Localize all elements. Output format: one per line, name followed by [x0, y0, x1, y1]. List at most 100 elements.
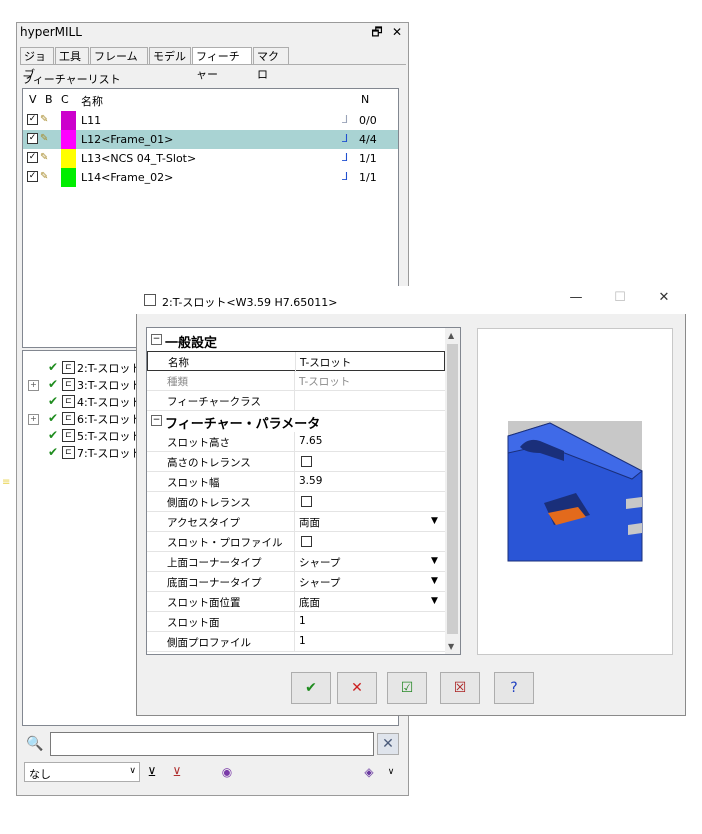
property-value[interactable]: 1	[299, 635, 306, 647]
property-checkbox[interactable]	[301, 456, 312, 467]
clear-search-button[interactable]: ✕	[377, 733, 399, 755]
layer-icon[interactable]: ◈	[360, 763, 378, 781]
model-icon[interactable]: ◉	[218, 763, 236, 781]
col-header-n[interactable]: N	[361, 93, 369, 106]
feature-row[interactable]: ✓ ✎ L12<Frame_01> ⅃ 4/4	[23, 130, 398, 149]
property-row[interactable]: 上面コーナータイプ シャープ ▼	[147, 552, 445, 572]
edit-icon[interactable]: ✎	[40, 171, 53, 183]
filter-off-icon[interactable]: ⊻	[168, 763, 186, 781]
tab-tools[interactable]: 工具	[55, 47, 89, 65]
collapse-icon[interactable]: −	[151, 415, 162, 426]
column-divider	[294, 632, 295, 652]
property-row[interactable]: 側面のトレランス	[147, 492, 445, 512]
property-row[interactable]: フィーチャークラス	[147, 391, 445, 411]
edit-icon[interactable]: ✎	[40, 133, 53, 145]
property-row[interactable]: 底面コーナータイプ シャープ ▼	[147, 572, 445, 592]
col-header-b[interactable]: B	[45, 93, 53, 106]
collapse-icon[interactable]: −	[151, 334, 162, 345]
visible-checkbox[interactable]: ✓	[27, 152, 38, 163]
property-row[interactable]: スロット面 1	[147, 612, 445, 632]
property-row[interactable]: 名称 T-スロット	[147, 351, 445, 372]
expand-icon[interactable]: +	[28, 380, 39, 391]
feature-row[interactable]: ✓ ✎ L13<NCS 04_T-Slot> ⅃ 1/1	[23, 149, 398, 168]
frame-axis-icon[interactable]: ⅃	[342, 132, 348, 145]
col-header-name[interactable]: 名称	[81, 93, 103, 109]
visible-checkbox[interactable]: ✓	[27, 114, 38, 125]
dropdown-arrow-icon[interactable]: ▼	[431, 576, 438, 586]
edit-icon[interactable]: ✎	[40, 152, 53, 164]
tab-job[interactable]: ジョブ	[20, 47, 54, 81]
layer-dropdown-chevron-icon[interactable]: ∨	[382, 763, 400, 781]
dropdown-arrow-icon[interactable]: ▼	[431, 556, 438, 566]
property-value[interactable]: 3.59	[299, 475, 322, 487]
col-header-c[interactable]: C	[61, 93, 69, 106]
property-checkbox[interactable]	[301, 496, 312, 507]
property-row[interactable]: スロット高さ 7.65	[147, 432, 445, 452]
feature-row[interactable]: ✓ ✎ L11 ⅃ 0/0	[23, 111, 398, 130]
tree-item[interactable]: ✔ ⊏ 7:T-スロット<	[23, 444, 151, 461]
color-swatch[interactable]	[61, 168, 76, 187]
filter-icon[interactable]: ⊻	[143, 763, 161, 781]
property-section[interactable]: − 一般設定	[147, 330, 445, 351]
help-button[interactable]: ?	[494, 672, 534, 704]
cancel-button[interactable]: ✕	[337, 672, 377, 704]
color-swatch[interactable]	[61, 130, 76, 149]
frame-axis-icon[interactable]: ⅃	[342, 113, 348, 126]
col-header-v[interactable]: V	[29, 93, 37, 106]
property-checkbox[interactable]	[301, 536, 312, 547]
property-row[interactable]: アクセスタイプ 両面 ▼	[147, 512, 445, 532]
property-value[interactable]: シャープ	[299, 575, 340, 590]
tslot-preview-graphic	[507, 421, 643, 562]
search-input[interactable]	[50, 732, 374, 756]
close-icon[interactable]: ✕	[389, 24, 405, 40]
discard-button[interactable]: ☒	[440, 672, 480, 704]
color-swatch[interactable]	[61, 111, 76, 130]
restore-icon[interactable]: 🗗	[369, 24, 385, 40]
color-swatch[interactable]	[61, 149, 76, 168]
property-value[interactable]: 7.65	[299, 435, 322, 447]
tab-feature[interactable]: フィーチャー	[192, 47, 252, 81]
property-value[interactable]: 底面	[299, 595, 320, 610]
property-row[interactable]: スロット・プロファイル	[147, 532, 445, 552]
tree-item[interactable]: + ✔ ⊏ 6:T-スロット<	[23, 410, 151, 427]
property-row[interactable]: 種類 T-スロット	[147, 371, 445, 391]
property-row[interactable]: スロット幅 3.59	[147, 472, 445, 492]
property-value[interactable]: T-スロット	[300, 355, 351, 370]
tab-frame[interactable]: フレーム	[90, 47, 148, 65]
frame-axis-icon[interactable]: ⅃	[342, 151, 348, 164]
property-section[interactable]: − フィーチャー・パラメータ	[147, 411, 445, 432]
search-icon[interactable]: 🔍	[26, 736, 43, 752]
property-value[interactable]: T-スロット	[299, 374, 350, 389]
tab-model[interactable]: モデル	[149, 47, 191, 65]
tree-item[interactable]: ✔ ⊏ 5:T-スロット<	[23, 427, 151, 444]
apply-button[interactable]: ☑	[387, 672, 427, 704]
tree-item[interactable]: + ✔ ⊏ 3:T-スロット<	[23, 376, 151, 393]
tree-item[interactable]: ✔ ⊏ 4:T-スロット<	[23, 393, 151, 410]
frame-axis-icon[interactable]: ⅃	[342, 170, 348, 183]
property-grid[interactable]: − 一般設定 名称 T-スロット 種類 T-スロット フィーチャークラス − フィーチャー・パラ…	[146, 327, 461, 655]
edit-icon[interactable]: ✎	[40, 114, 53, 126]
scroll-up-icon[interactable]: ▲	[448, 331, 454, 340]
tree-item[interactable]: ✔ ⊏ 2:T-スロット<	[23, 359, 151, 376]
property-value[interactable]: 両面	[299, 515, 320, 530]
visible-checkbox[interactable]: ✓	[27, 133, 38, 144]
filter-select[interactable]: なし ∨	[24, 762, 140, 782]
expand-icon[interactable]: +	[28, 414, 39, 425]
filter-select-value: なし	[29, 768, 51, 781]
property-value[interactable]: 1	[299, 615, 306, 627]
tab-macro[interactable]: マクロ	[253, 47, 289, 81]
dropdown-arrow-icon[interactable]: ▼	[431, 516, 438, 526]
minimize-icon[interactable]: —	[566, 290, 586, 305]
property-row[interactable]: スロット面位置 底面 ▼	[147, 592, 445, 612]
property-value[interactable]: シャープ	[299, 555, 340, 570]
dialog-close-icon[interactable]: ✕	[654, 290, 674, 305]
check-icon: ✔	[48, 360, 59, 374]
property-row[interactable]: 高さのトレランス	[147, 452, 445, 472]
scroll-thumb[interactable]	[447, 344, 458, 634]
dropdown-arrow-icon[interactable]: ▼	[431, 596, 438, 606]
feature-row[interactable]: ✓ ✎ L14<Frame_02> ⅃ 1/1	[23, 168, 398, 187]
scroll-down-icon[interactable]: ▼	[448, 642, 454, 651]
property-row[interactable]: 側面プロファイル 1	[147, 632, 445, 652]
visible-checkbox[interactable]: ✓	[27, 171, 38, 182]
ok-button[interactable]: ✔	[291, 672, 331, 704]
